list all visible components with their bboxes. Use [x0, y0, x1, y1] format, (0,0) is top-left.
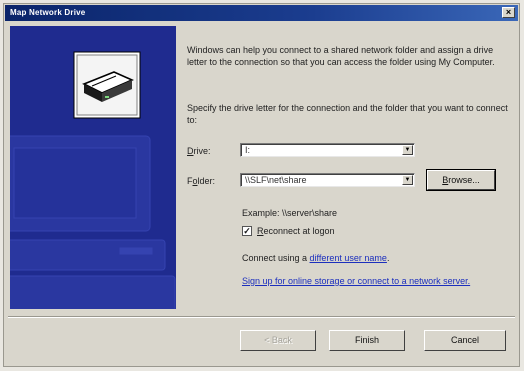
chevron-down-icon: ▼ [404, 177, 411, 183]
folder-label: Folder: [187, 176, 215, 186]
drive-select-value: I: [245, 145, 251, 155]
example-text: Example: \\server\share [242, 208, 338, 218]
cancel-button[interactable]: Cancel [424, 330, 506, 351]
drive-select[interactable]: I: ▼ [240, 143, 415, 157]
title-bar[interactable]: Map Network Drive × [5, 5, 518, 21]
instructions-text: Specify the drive letter for the connect… [187, 103, 508, 125]
folder-combobox-value: \\SLF\net\share [245, 175, 307, 185]
reconnect-label-rest: econnect at logon [263, 226, 335, 236]
connect-using-suffix: . [386, 253, 390, 263]
signup-block: Sign up for online storage or connect to… [242, 275, 482, 287]
different-user-name-link[interactable]: different user name [310, 253, 387, 263]
browse-button-label: rowse... [448, 175, 480, 185]
reconnect-checkbox[interactable]: ✓ [242, 226, 252, 236]
computer-icon [10, 135, 176, 309]
wizard-illustration [10, 51, 176, 309]
close-button[interactable]: × [502, 7, 515, 18]
folder-combobox[interactable]: \\SLF\net\share ▼ [240, 173, 415, 187]
drive-dropdown-arrow[interactable]: ▼ [402, 145, 413, 155]
checkmark-icon: ✓ [243, 226, 251, 236]
connect-using-text: Connect using a different user name. [242, 253, 389, 263]
reconnect-label[interactable]: Reconnect at logon [257, 226, 335, 236]
close-icon: × [505, 7, 512, 17]
back-button[interactable]: < Back [240, 330, 316, 351]
wizard-side-panel [10, 26, 176, 309]
network-drive-icon [73, 51, 141, 119]
footer-separator [8, 316, 515, 318]
folder-dropdown-arrow[interactable]: ▼ [402, 175, 413, 185]
browse-button[interactable]: Browse... [426, 169, 496, 191]
drive-label: Drive: [187, 146, 211, 156]
finish-button[interactable]: Finish [329, 330, 405, 351]
online-storage-link[interactable]: Sign up for online storage or connect to… [242, 276, 470, 286]
connect-using-prefix: Connect using a [242, 253, 310, 263]
intro-text: Windows can help you connect to a shared… [187, 45, 495, 67]
window-title: Map Network Drive [10, 8, 86, 17]
drive-label-rest: rive: [193, 146, 211, 156]
folder-label-rest: lder: [197, 176, 216, 186]
map-network-drive-dialog: Map Network Drive × Windows can help you… [3, 3, 520, 367]
chevron-down-icon: ▼ [404, 147, 411, 153]
